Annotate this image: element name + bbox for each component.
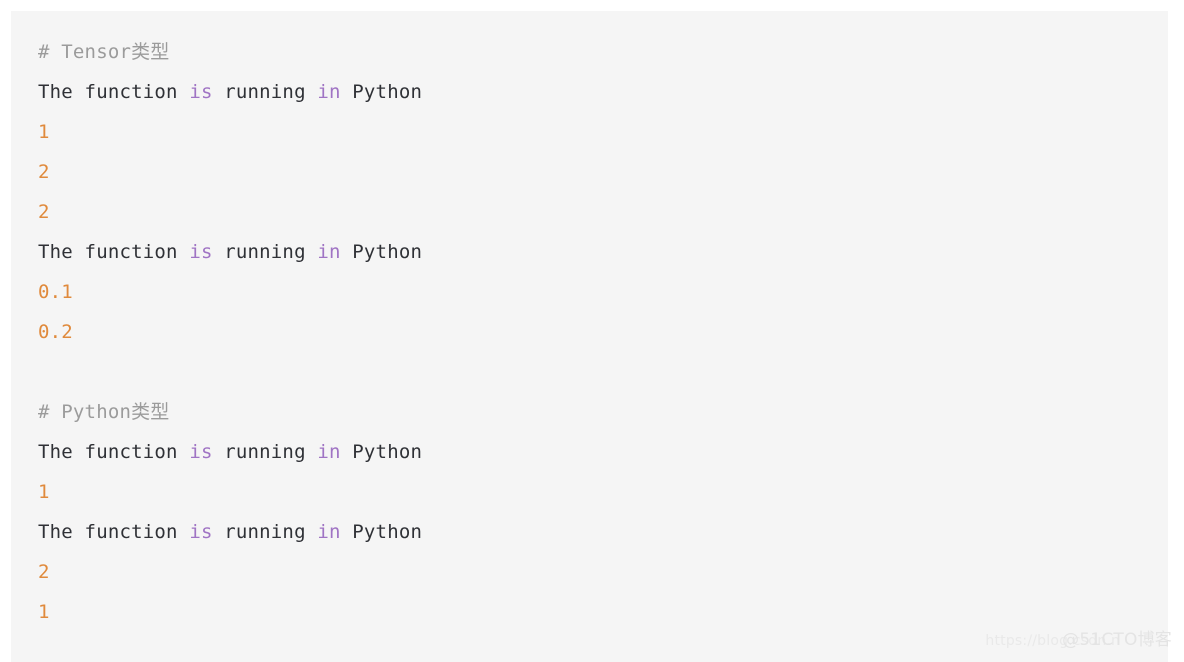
code-line: 1	[38, 472, 1168, 512]
token-number: 1	[38, 121, 50, 143]
code-line: 1	[38, 592, 1168, 632]
code-line: 0.2	[38, 312, 1168, 352]
token-plain: The function	[38, 241, 190, 263]
token-plain: running	[212, 81, 318, 103]
code-line: The function is running in Python	[38, 232, 1168, 272]
token-number: 1	[38, 481, 50, 503]
token-number: 0.2	[38, 321, 73, 343]
code-line: # Tensor类型	[38, 32, 1168, 72]
token-keyword: in	[317, 441, 341, 463]
token-keyword: in	[317, 241, 341, 263]
token-plain: running	[212, 241, 318, 263]
token-plain: Python	[340, 81, 423, 103]
code-line-list: # Tensor类型 The function is running in Pyt…	[38, 32, 1168, 632]
token-keyword: is	[189, 241, 213, 263]
token-plain: Python	[340, 441, 423, 463]
token-plain: running	[212, 521, 318, 543]
screenshot-canvas: # Tensor类型 The function is running in Pyt…	[0, 0, 1184, 662]
token-keyword: is	[189, 521, 213, 543]
token-plain: The function	[38, 81, 190, 103]
token-plain: The function	[38, 521, 190, 543]
token-number: 2	[38, 201, 50, 223]
code-line: 0.1	[38, 272, 1168, 312]
code-line: The function is running in Python	[38, 72, 1168, 112]
code-line: The function is running in Python	[38, 432, 1168, 472]
code-line: 2	[38, 552, 1168, 592]
code-line: The function is running in Python	[38, 512, 1168, 552]
token-comment: # Tensor类型	[38, 41, 170, 63]
token-comment: # Python类型	[38, 401, 170, 423]
token-number: 2	[38, 561, 50, 583]
token-number: 1	[38, 601, 50, 623]
code-line: 2	[38, 152, 1168, 192]
code-line: # Python类型	[38, 392, 1168, 432]
token-keyword: in	[317, 521, 341, 543]
token-number: 0.1	[38, 281, 73, 303]
code-line: 1	[38, 112, 1168, 152]
token-plain: Python	[340, 241, 423, 263]
token-number: 2	[38, 161, 50, 183]
code-line: 2	[38, 192, 1168, 232]
token-plain: running	[212, 441, 318, 463]
token-keyword: in	[317, 81, 341, 103]
token-keyword: is	[189, 441, 213, 463]
token-plain: Python	[340, 521, 423, 543]
token-plain: The function	[38, 441, 190, 463]
code-output-block: # Tensor类型 The function is running in Pyt…	[11, 11, 1168, 662]
token-keyword: is	[189, 81, 213, 103]
